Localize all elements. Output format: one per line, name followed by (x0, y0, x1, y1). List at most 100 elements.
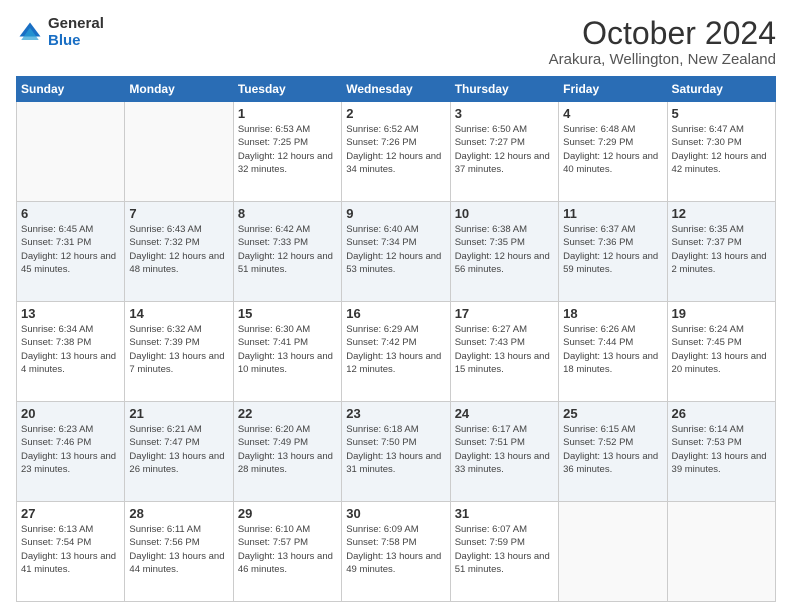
day-number: 25 (563, 406, 662, 421)
day-info: Sunrise: 6:21 AMSunset: 7:47 PMDaylight:… (129, 423, 228, 476)
calendar-cell: 1 Sunrise: 6:53 AMSunset: 7:25 PMDaylight… (233, 102, 341, 202)
day-number: 31 (455, 506, 554, 521)
day-info: Sunrise: 6:11 AMSunset: 7:56 PMDaylight:… (129, 523, 228, 576)
day-info: Sunrise: 6:13 AMSunset: 7:54 PMDaylight:… (21, 523, 120, 576)
day-number: 23 (346, 406, 445, 421)
day-number: 24 (455, 406, 554, 421)
calendar-table: SundayMondayTuesdayWednesdayThursdayFrid… (16, 76, 776, 602)
day-number: 8 (238, 206, 337, 221)
calendar-cell: 21 Sunrise: 6:21 AMSunset: 7:47 PMDayligh… (125, 402, 233, 502)
day-number: 14 (129, 306, 228, 321)
day-info: Sunrise: 6:10 AMSunset: 7:57 PMDaylight:… (238, 523, 337, 576)
calendar-cell: 29Sunrise: 6:10 AMSunset: 7:57 PMDayligh… (233, 502, 341, 602)
day-number: 28 (129, 506, 228, 521)
day-number: 22 (238, 406, 337, 421)
calendar-week-row: 20 Sunrise: 6:23 AMSunset: 7:46 PMDayligh… (17, 402, 776, 502)
calendar-cell: 12Sunrise: 6:35 AMSunset: 7:37 PMDayligh… (667, 202, 775, 302)
calendar-cell: 11 Sunrise: 6:37 AMSunset: 7:36 PMDayligh… (559, 202, 667, 302)
calendar-cell: 4Sunrise: 6:48 AMSunset: 7:29 PMDaylight… (559, 102, 667, 202)
month-title: October 2024 (549, 16, 776, 51)
calendar-cell: 27 Sunrise: 6:13 AMSunset: 7:54 PMDayligh… (17, 502, 125, 602)
day-info: Sunrise: 6:18 AMSunset: 7:50 PMDaylight:… (346, 423, 445, 476)
day-number: 2 (346, 106, 445, 121)
day-info: Sunrise: 6:45 AMSunset: 7:31 PMDaylight:… (21, 223, 120, 276)
calendar-week-row: 13Sunrise: 6:34 AMSunset: 7:38 PMDayligh… (17, 302, 776, 402)
calendar-cell: 19 Sunrise: 6:24 AMSunset: 7:45 PMDayligh… (667, 302, 775, 402)
calendar-cell: 16Sunrise: 6:29 AMSunset: 7:42 PMDayligh… (342, 302, 450, 402)
day-info: Sunrise: 6:23 AMSunset: 7:46 PMDaylight:… (21, 423, 120, 476)
calendar-cell: 23 Sunrise: 6:18 AMSunset: 7:50 PMDayligh… (342, 402, 450, 502)
calendar-cell (559, 502, 667, 602)
logo-blue: Blue (48, 32, 81, 49)
day-info: Sunrise: 6:42 AMSunset: 7:33 PMDaylight:… (238, 223, 337, 276)
day-info: Sunrise: 6:32 AMSunset: 7:39 PMDaylight:… (129, 323, 228, 376)
calendar-cell: 9Sunrise: 6:40 AMSunset: 7:34 PMDaylight… (342, 202, 450, 302)
calendar-cell: 26 Sunrise: 6:14 AMSunset: 7:53 PMDayligh… (667, 402, 775, 502)
location-title: Arakura, Wellington, New Zealand (549, 51, 776, 68)
calendar-cell: 24 Sunrise: 6:17 AMSunset: 7:51 PMDayligh… (450, 402, 558, 502)
calendar-week-row: 1 Sunrise: 6:53 AMSunset: 7:25 PMDaylight… (17, 102, 776, 202)
calendar-header-wednesday: Wednesday (342, 77, 450, 102)
calendar-header-saturday: Saturday (667, 77, 775, 102)
title-block: October 2024 Arakura, Wellington, New Ze… (549, 16, 776, 68)
day-number: 6 (21, 206, 120, 221)
day-number: 11 (563, 206, 662, 221)
calendar-cell: 15Sunrise: 6:30 AMSunset: 7:41 PMDayligh… (233, 302, 341, 402)
day-info: Sunrise: 6:20 AMSunset: 7:49 PMDaylight:… (238, 423, 337, 476)
day-info: Sunrise: 6:26 AMSunset: 7:44 PMDaylight:… (563, 323, 662, 376)
calendar-cell: 17 Sunrise: 6:27 AMSunset: 7:43 PMDayligh… (450, 302, 558, 402)
calendar-cell: 10 Sunrise: 6:38 AMSunset: 7:35 PMDayligh… (450, 202, 558, 302)
logo: General Blue (16, 16, 104, 49)
day-number: 17 (455, 306, 554, 321)
calendar-cell: 22 Sunrise: 6:20 AMSunset: 7:49 PMDayligh… (233, 402, 341, 502)
day-info: Sunrise: 6:29 AMSunset: 7:42 PMDaylight:… (346, 323, 445, 376)
day-info: Sunrise: 6:17 AMSunset: 7:51 PMDaylight:… (455, 423, 554, 476)
calendar-cell: 14 Sunrise: 6:32 AMSunset: 7:39 PMDayligh… (125, 302, 233, 402)
logo-text: General Blue (48, 16, 104, 49)
day-number: 3 (455, 106, 554, 121)
calendar-header-friday: Friday (559, 77, 667, 102)
calendar-cell: 5 Sunrise: 6:47 AMSunset: 7:30 PMDaylight… (667, 102, 775, 202)
day-info: Sunrise: 6:38 AMSunset: 7:35 PMDaylight:… (455, 223, 554, 276)
calendar-cell: 7 Sunrise: 6:43 AMSunset: 7:32 PMDaylight… (125, 202, 233, 302)
day-info: Sunrise: 6:53 AMSunset: 7:25 PMDaylight:… (238, 123, 337, 176)
day-number: 30 (346, 506, 445, 521)
calendar-cell: 28 Sunrise: 6:11 AMSunset: 7:56 PMDayligh… (125, 502, 233, 602)
day-number: 21 (129, 406, 228, 421)
calendar-week-row: 6 Sunrise: 6:45 AMSunset: 7:31 PMDaylight… (17, 202, 776, 302)
day-number: 5 (672, 106, 771, 121)
calendar-week-row: 27 Sunrise: 6:13 AMSunset: 7:54 PMDayligh… (17, 502, 776, 602)
day-info: Sunrise: 6:14 AMSunset: 7:53 PMDaylight:… (672, 423, 771, 476)
calendar-cell: 8 Sunrise: 6:42 AMSunset: 7:33 PMDaylight… (233, 202, 341, 302)
day-number: 1 (238, 106, 337, 121)
day-info: Sunrise: 6:09 AMSunset: 7:58 PMDaylight:… (346, 523, 445, 576)
header: General Blue October 2024 Arakura, Welli… (16, 16, 776, 68)
day-info: Sunrise: 6:47 AMSunset: 7:30 PMDaylight:… (672, 123, 771, 176)
calendar-header-tuesday: Tuesday (233, 77, 341, 102)
day-info: Sunrise: 6:24 AMSunset: 7:45 PMDaylight:… (672, 323, 771, 376)
page: General Blue October 2024 Arakura, Welli… (0, 0, 792, 612)
day-number: 7 (129, 206, 228, 221)
calendar-cell: 31 Sunrise: 6:07 AMSunset: 7:59 PMDayligh… (450, 502, 558, 602)
day-info: Sunrise: 6:35 AMSunset: 7:37 PMDaylight:… (672, 223, 771, 276)
day-info: Sunrise: 6:27 AMSunset: 7:43 PMDaylight:… (455, 323, 554, 376)
calendar-cell: 6 Sunrise: 6:45 AMSunset: 7:31 PMDaylight… (17, 202, 125, 302)
day-info: Sunrise: 6:07 AMSunset: 7:59 PMDaylight:… (455, 523, 554, 576)
calendar-cell (667, 502, 775, 602)
day-info: Sunrise: 6:15 AMSunset: 7:52 PMDaylight:… (563, 423, 662, 476)
calendar-cell: 30 Sunrise: 6:09 AMSunset: 7:58 PMDayligh… (342, 502, 450, 602)
day-number: 27 (21, 506, 120, 521)
logo-icon (16, 19, 44, 47)
day-info: Sunrise: 6:37 AMSunset: 7:36 PMDaylight:… (563, 223, 662, 276)
day-number: 9 (346, 206, 445, 221)
day-number: 20 (21, 406, 120, 421)
calendar-cell: 13Sunrise: 6:34 AMSunset: 7:38 PMDayligh… (17, 302, 125, 402)
calendar-header-monday: Monday (125, 77, 233, 102)
calendar-header-sunday: Sunday (17, 77, 125, 102)
day-number: 18 (563, 306, 662, 321)
day-number: 26 (672, 406, 771, 421)
day-info: Sunrise: 6:43 AMSunset: 7:32 PMDaylight:… (129, 223, 228, 276)
day-info: Sunrise: 6:30 AMSunset: 7:41 PMDaylight:… (238, 323, 337, 376)
day-number: 19 (672, 306, 771, 321)
day-number: 10 (455, 206, 554, 221)
